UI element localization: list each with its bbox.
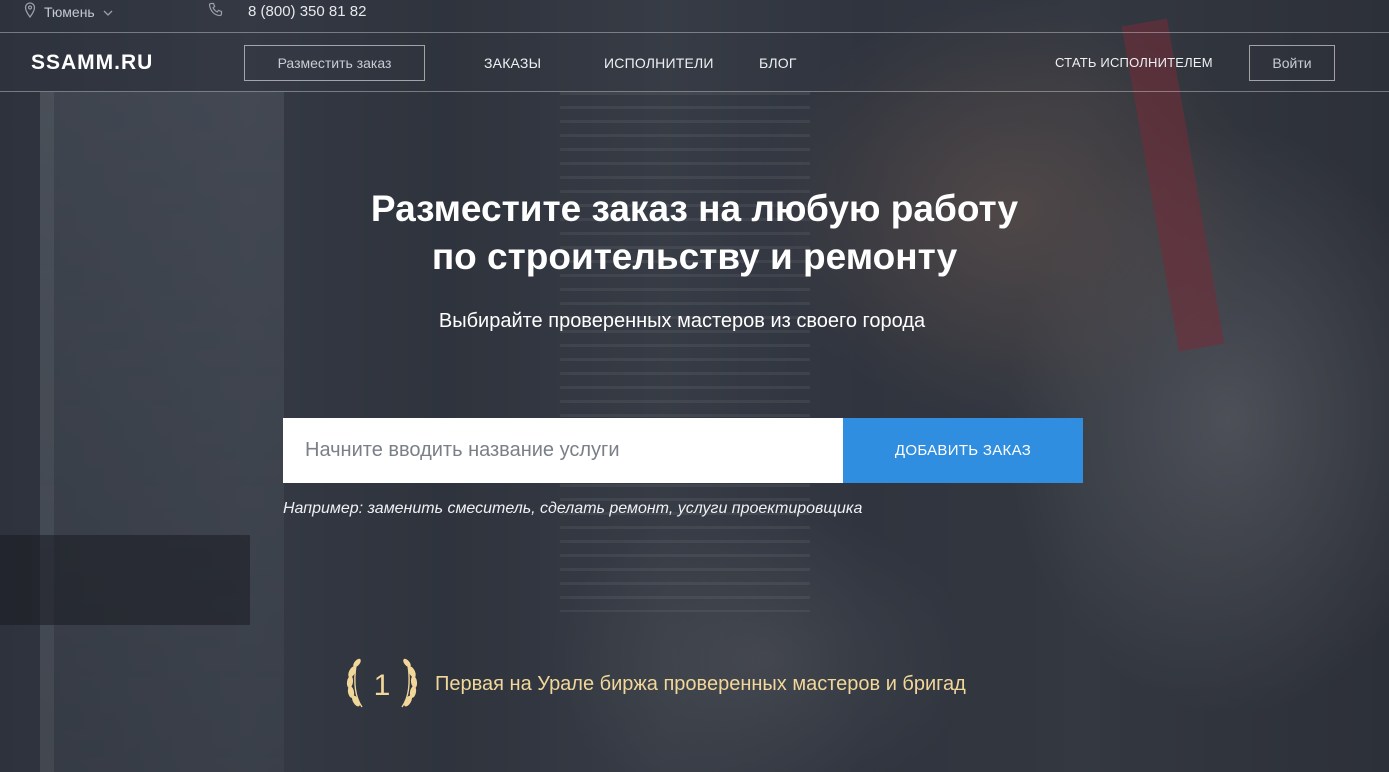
hero-subtitle: Выбирайте проверенных мастеров из своего… — [438, 310, 926, 332]
search-example-hint: Например: заменить смеситель, сделать ре… — [283, 500, 863, 517]
nav-link-performers[interactable]: ИСПОЛНИТЕЛИ — [604, 55, 714, 71]
award-badge-number: 1 — [374, 669, 391, 702]
award-badge-text: Первая на Урале биржа проверенных мастер… — [435, 672, 966, 695]
add-order-button[interactable]: ДОБАВИТЬ ЗАКАЗ — [843, 418, 1083, 483]
hero-title: Разместите заказ на любую работу по стро… — [0, 185, 1389, 281]
hero-title-line-2: по строительству и ремонту — [431, 236, 958, 277]
service-search-form: ДОБАВИТЬ ЗАКАЗ — [283, 418, 1083, 483]
city-name: Тюмень — [44, 3, 95, 20]
chevron-down-icon — [103, 4, 113, 20]
phone-number[interactable]: 8 (800) 350 81 82 — [248, 3, 366, 20]
become-performer-link[interactable]: СТАТЬ ИСПОЛНИТЕЛЕМ — [1055, 55, 1213, 70]
nav-link-blog[interactable]: БЛОГ — [759, 55, 797, 71]
hero-title-line-1: Разместите заказ на любую работу — [370, 188, 1019, 229]
phone-block: 8 (800) 350 81 82 — [208, 2, 366, 21]
login-button[interactable]: Войти — [1249, 45, 1335, 81]
top-info-bar: Тюмень 8 (800) 350 81 82 — [0, 0, 1389, 32]
site-logo[interactable]: SSAMM.RU — [31, 51, 153, 75]
city-selector[interactable]: Тюмень — [24, 2, 113, 21]
service-search-input[interactable] — [283, 418, 843, 483]
place-order-button[interactable]: Разместить заказ — [244, 45, 425, 81]
location-pin-icon — [24, 2, 36, 21]
award-badge: 1 Первая на Урале биржа проверенных маст… — [342, 655, 966, 713]
nav-link-orders[interactable]: ЗАКАЗЫ — [484, 55, 541, 71]
main-navbar: SSAMM.RU Разместить заказ ЗАКАЗЫ ИСПОЛНИ… — [0, 32, 1389, 92]
phone-icon — [208, 2, 224, 21]
laurel-wreath-icon: 1 — [346, 658, 418, 708]
